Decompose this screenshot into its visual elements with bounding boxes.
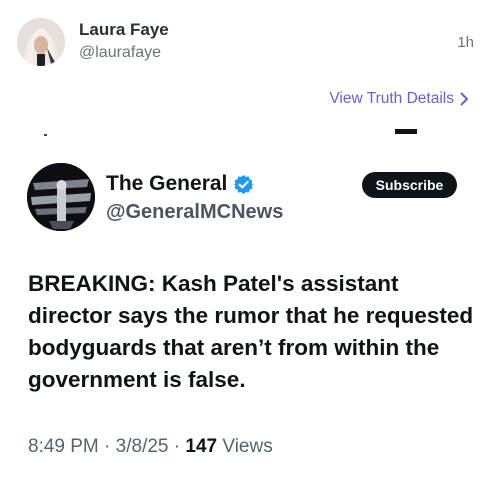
tweet-views-count: 147 <box>185 436 218 457</box>
author-avatar[interactable] <box>17 18 65 66</box>
tweet-views-label: Views <box>222 436 273 457</box>
tweet-meta: 8:49 PM · 3/8/25 · 147 Views <box>28 436 273 458</box>
view-truth-details-label: View Truth Details <box>329 90 454 107</box>
cropped-artifact <box>44 134 47 136</box>
post-header: Laura Faye @laurafaye 1h <box>0 0 493 80</box>
post-timestamp: 1h <box>457 34 474 51</box>
tweet-handle: @GeneralMCNews <box>106 201 284 223</box>
view-truth-details-link[interactable]: View Truth Details <box>329 90 469 108</box>
meta-separator: · <box>104 436 111 457</box>
cropped-artifact <box>395 129 417 134</box>
author-handle[interactable]: @laurafaye <box>79 44 161 62</box>
author-name[interactable]: Laura Faye <box>79 20 169 40</box>
chevron-right-icon <box>460 92 468 106</box>
tweet-avatar <box>27 163 95 231</box>
tweet-body-text: BREAKING: Kash Patel's assistant directo… <box>28 271 474 392</box>
embedded-tweet-screenshot: The General @GeneralMCNews Subscribe BRE… <box>0 118 493 500</box>
tweet-date: 3/8/25 <box>115 436 169 457</box>
tweet-avatar-image <box>27 163 95 231</box>
tweet-display-name: The General <box>106 172 254 196</box>
tweet-time: 8:49 PM <box>28 436 99 457</box>
meta-separator: · <box>173 436 181 457</box>
author-avatar-image <box>17 18 65 66</box>
verified-badge-icon <box>234 174 254 194</box>
tweet-display-name-text: The General <box>106 172 228 195</box>
subscribe-button: Subscribe <box>362 172 457 198</box>
